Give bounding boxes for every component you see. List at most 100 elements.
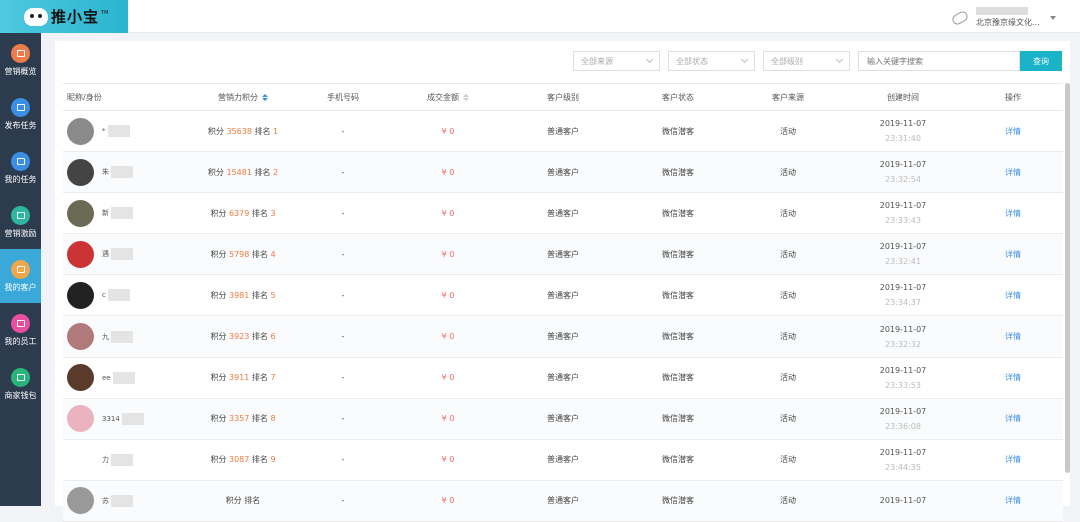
rank-value: 4 — [270, 249, 276, 259]
sort-icon[interactable] — [463, 93, 469, 101]
rank-label: 排名 — [244, 496, 261, 506]
detail-link[interactable]: 详情 — [963, 167, 1063, 178]
avatar — [67, 117, 94, 145]
score-cell: 积分 35638 排名 1 — [193, 126, 293, 137]
created-time: 23:32:41 — [885, 257, 921, 267]
level-cell: 普通客户 — [547, 126, 579, 136]
detail-link[interactable]: 详情 — [963, 331, 1063, 342]
score-cell: 积分 15481 排名 2 — [193, 167, 293, 178]
score-cell: 积分 排名 — [193, 495, 293, 506]
account-name-masked — [976, 7, 1028, 15]
created-time: 23:44:35 — [885, 462, 921, 472]
score-cell: 积分 3087 排名 9 — [193, 454, 293, 465]
created-date: 2019-11-07 — [879, 496, 927, 506]
user-cell: * — [63, 117, 193, 145]
sidebar-item-2[interactable]: 我的任务 — [0, 141, 41, 195]
amount-cell: ¥ 0 — [441, 373, 455, 383]
detail-link[interactable]: 详情 — [963, 290, 1063, 301]
col-source: 客户来源 — [772, 92, 804, 102]
created-cell: 2019-11-07 23:32:32 — [843, 322, 963, 352]
score-cell: 积分 3981 排名 5 — [193, 290, 293, 301]
level-cell: 普通客户 — [547, 208, 579, 218]
source-select-label: 全部来源 — [581, 56, 613, 66]
created-cell: 2019-11-07 23:31:40 — [843, 116, 963, 146]
status-cell: 微信潜客 — [662, 414, 694, 424]
chevron-down-icon[interactable] — [1050, 15, 1056, 20]
score-label: 积分 — [210, 455, 227, 465]
detail-link[interactable]: 详情 — [963, 372, 1063, 383]
rank-value: 7 — [270, 373, 276, 383]
nickname: 朱 — [102, 166, 133, 179]
nickname-mask — [111, 166, 133, 179]
level-cell: 普通客户 — [547, 332, 579, 342]
status-cell: 微信潜客 — [662, 455, 694, 465]
detail-link[interactable]: 详情 — [963, 249, 1063, 260]
sort-icon[interactable] — [262, 93, 268, 101]
sidebar-item-0[interactable]: 营销概览 — [0, 33, 41, 87]
status-select[interactable]: 全部状态 — [668, 51, 755, 71]
nickname: ee — [102, 371, 135, 384]
mytask-icon — [11, 151, 30, 171]
score-label: 积分 — [225, 496, 242, 506]
score-cell: 积分 3911 排名 7 — [193, 372, 293, 383]
detail-link[interactable]: 详情 — [963, 208, 1063, 219]
logo[interactable]: 推小宝 TM — [0, 0, 128, 33]
score-label: 积分 — [210, 249, 227, 259]
score-cell: 积分 6379 排名 3 — [193, 208, 293, 219]
sidebar-item-6[interactable]: 商家钱包 — [0, 357, 41, 411]
level-cell: 普通客户 — [547, 455, 579, 465]
table-header: 昵称/身份 营销力积分 手机号码 成交金额 客户级别 客户状态 客户来源 创建时… — [63, 83, 1063, 111]
phone-cell: - — [341, 249, 345, 259]
source-select[interactable]: 全部来源 — [573, 51, 660, 71]
sidebar-item-4[interactable]: 我的客户 — [0, 249, 41, 303]
avatar — [67, 446, 94, 474]
phone-cell: - — [341, 373, 345, 383]
nickname-mask — [111, 330, 133, 343]
nickname-mask — [111, 494, 133, 507]
source-cell: 活动 — [780, 373, 796, 383]
rank-label: 排名 — [251, 373, 268, 383]
scrollbar[interactable] — [1065, 83, 1070, 473]
amount-cell: ¥ 0 — [441, 290, 455, 300]
created-date: 2019-11-07 — [879, 201, 927, 211]
detail-link[interactable]: 详情 — [963, 126, 1063, 137]
sidebar-item-3[interactable]: 营销激励 — [0, 195, 41, 249]
nickname: 3314 — [102, 412, 144, 425]
score-value: 3911 — [229, 373, 250, 383]
amount-cell: ¥ 0 — [441, 332, 455, 342]
created-date: 2019-11-07 — [879, 406, 927, 416]
nickname-text: * — [102, 127, 106, 136]
created-time: 23:31:40 — [885, 134, 921, 144]
col-score[interactable]: 营销力积分 — [193, 92, 293, 103]
rank-value: 6 — [270, 332, 276, 342]
detail-link[interactable]: 详情 — [963, 413, 1063, 424]
account-menu[interactable]: 北京豫京缘文化... — [950, 7, 1056, 28]
wallet-icon — [11, 367, 30, 387]
search-input[interactable] — [858, 51, 1020, 71]
query-button[interactable]: 查询 — [1020, 51, 1062, 71]
sidebar-item-1[interactable]: 发布任务 — [0, 87, 41, 141]
phone-cell: - — [341, 290, 345, 300]
nickname-text: 3314 — [102, 414, 120, 423]
rank-value: 2 — [273, 167, 279, 177]
detail-link[interactable]: 详情 — [963, 454, 1063, 465]
level-cell: 普通客户 — [547, 249, 579, 259]
score-label: 积分 — [207, 167, 224, 177]
amount-cell: ¥ 0 — [441, 126, 455, 136]
level-select[interactable]: 全部级别 — [763, 51, 850, 71]
chevron-down-icon — [740, 55, 749, 64]
col-amount-label: 成交金额 — [427, 92, 459, 102]
created-date: 2019-11-07 — [879, 365, 927, 375]
score-label: 积分 — [210, 290, 227, 300]
avatar — [67, 323, 94, 351]
trademark: TM — [101, 9, 109, 16]
detail-link[interactable]: 详情 — [963, 495, 1063, 506]
sidebar-item-5[interactable]: 我的员工 — [0, 303, 41, 357]
table-row: ee 积分 3911 排名 7 - ¥ 0 普通客户 微信潜客 活动 2019-11-07 23… — [63, 358, 1063, 399]
col-amount[interactable]: 成交金额 — [393, 92, 503, 103]
created-cell: 2019-11-07 23:33:43 — [843, 198, 963, 228]
customer-icon — [11, 259, 30, 279]
col-phone: 手机号码 — [327, 92, 359, 102]
created-cell: 2019-11-07 23:44:35 — [843, 445, 963, 475]
score-value: 3981 — [229, 290, 250, 300]
